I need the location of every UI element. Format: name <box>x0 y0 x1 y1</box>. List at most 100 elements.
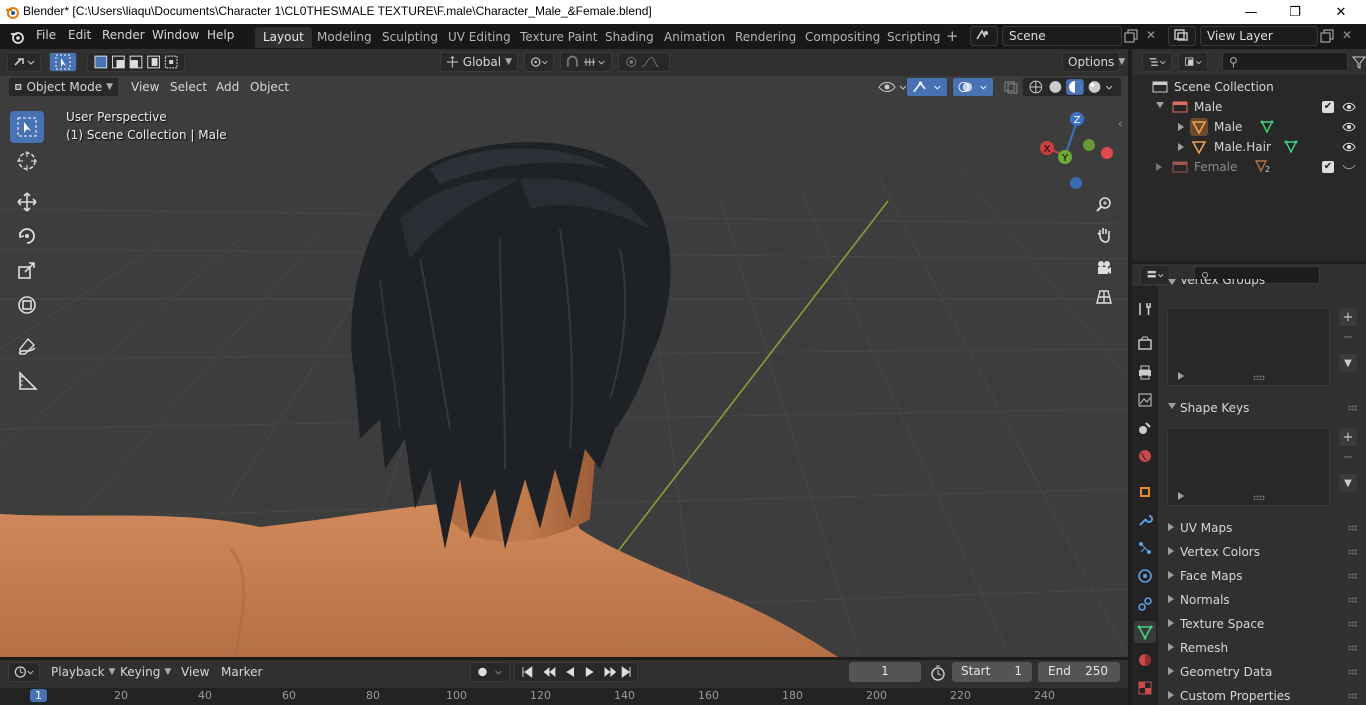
close-button[interactable]: ✕ <box>1318 0 1364 24</box>
toggle-perspective-button[interactable] <box>1091 284 1117 310</box>
panel-custom-properties[interactable]: Custom Properties <box>1162 685 1362 705</box>
add-shape-key-button[interactable]: + <box>1339 428 1357 446</box>
tab-modifiers[interactable] <box>1134 509 1156 531</box>
outliner-row-female-collection[interactable]: Female 2 ✔ <box>1132 157 1366 177</box>
list-resize-grip[interactable] <box>1253 495 1265 500</box>
tab-render[interactable] <box>1134 332 1156 354</box>
transform-orientation-dropdown[interactable]: Global ▼ <box>440 52 518 72</box>
pivot-point-dropdown[interactable] <box>524 52 554 72</box>
tab-particles[interactable] <box>1134 537 1156 559</box>
panel-vertex-groups[interactable]: Vertex Groups <box>1162 279 1362 293</box>
end-frame-field[interactable]: End 250 <box>1038 662 1120 682</box>
eye-icon[interactable] <box>1342 101 1356 113</box>
tab-sculpting[interactable]: Sculpting <box>374 27 446 48</box>
duplicate-view-layer-icon[interactable] <box>1320 29 1334 43</box>
navigation-gizmo[interactable]: Z X Y <box>1035 109 1115 189</box>
minimize-button[interactable]: — <box>1228 0 1274 24</box>
select-tool-mode-button[interactable] <box>49 52 77 72</box>
outliner-row-male-hair-object[interactable]: Male.Hair <box>1132 137 1366 157</box>
tab-material[interactable] <box>1134 649 1156 671</box>
tab-tool[interactable] <box>1134 298 1156 320</box>
panel-uv-maps[interactable]: UV Maps <box>1162 517 1362 539</box>
use-preview-range-icon[interactable] <box>930 665 946 681</box>
expand-arrow-icon[interactable] <box>1156 163 1162 171</box>
add-workspace-button[interactable]: + <box>938 27 967 48</box>
eye-closed-icon[interactable] <box>1342 161 1356 173</box>
display-mode-dropdown[interactable] <box>1178 52 1208 72</box>
tab-rendering[interactable]: Rendering <box>727 27 804 48</box>
outliner-search-input[interactable]: ⚲ <box>1222 52 1348 71</box>
drag-grip-icon[interactable] <box>1348 549 1358 555</box>
transform-tool[interactable] <box>10 289 44 321</box>
drag-grip-icon[interactable] <box>1348 573 1358 579</box>
playback-controls[interactable] <box>514 662 638 682</box>
viewport-menu-select[interactable]: Select <box>165 77 212 97</box>
zoom-view-button[interactable] <box>1091 192 1117 218</box>
tab-object[interactable] <box>1134 481 1156 503</box>
tab-scene[interactable] <box>1134 417 1156 439</box>
remove-vertex-group-button[interactable]: − <box>1339 328 1357 346</box>
tab-output[interactable] <box>1134 361 1156 383</box>
select-box-tool[interactable] <box>10 111 44 143</box>
proportional-editing-toggle[interactable] <box>618 52 670 72</box>
gizmo-toggle[interactable] <box>906 77 948 97</box>
exclude-checkbox[interactable]: ✔ <box>1322 161 1334 173</box>
drag-grip-icon[interactable] <box>1348 645 1358 651</box>
current-frame-field[interactable]: 1 <box>849 662 921 682</box>
3d-viewport[interactable]: Global ▼ Options ▼ Object Mode ▼ View Se… <box>0 49 1128 657</box>
shape-key-specials-button[interactable]: ▼ <box>1339 474 1357 492</box>
list-resize-grip[interactable] <box>1253 375 1265 380</box>
panel-vertex-colors[interactable]: Vertex Colors <box>1162 541 1362 563</box>
cursor-tool[interactable] <box>10 145 44 177</box>
drag-grip-icon[interactable] <box>1348 525 1358 531</box>
vertex-group-specials-button[interactable]: ▼ <box>1339 354 1357 372</box>
viewport-menu-object[interactable]: Object <box>245 77 294 97</box>
eye-icon[interactable] <box>1342 141 1356 153</box>
gizmo-y-negative[interactable] <box>1083 139 1095 151</box>
menu-edit[interactable]: Edit <box>68 28 91 42</box>
panel-shape-keys[interactable]: Shape Keys <box>1162 397 1362 419</box>
rotate-tool[interactable] <box>10 220 44 252</box>
exclude-checkbox[interactable]: ✔ <box>1322 101 1334 113</box>
scale-tool[interactable] <box>10 254 44 286</box>
sidebar-toggle-icon[interactable]: ‹ <box>1118 117 1122 130</box>
duplicate-scene-icon[interactable] <box>1124 29 1138 43</box>
panel-remesh[interactable]: Remesh <box>1162 637 1362 659</box>
outliner-row-male-collection[interactable]: Male ✔ <box>1132 97 1366 117</box>
measure-tool[interactable] <box>10 365 44 397</box>
timeline-menu-playback[interactable]: Playback ▼ <box>46 662 120 682</box>
camera-view-button[interactable] <box>1091 255 1117 281</box>
tab-modeling[interactable]: Modeling <box>309 27 380 48</box>
timeline-menu-view[interactable]: View <box>176 662 214 682</box>
menu-window[interactable]: Window <box>152 28 199 42</box>
outliner-row-scene-collection[interactable]: Scene Collection <box>1132 77 1366 97</box>
xray-toggle[interactable] <box>998 77 1024 97</box>
move-tool[interactable] <box>10 186 44 218</box>
vertex-groups-list[interactable] <box>1167 308 1330 386</box>
tab-layout[interactable]: Layout <box>255 27 312 48</box>
filter-icon[interactable] <box>1352 55 1366 69</box>
tab-object-data[interactable] <box>1134 621 1156 643</box>
panel-normals[interactable]: Normals <box>1162 589 1362 611</box>
timeline-editor-type-button[interactable] <box>8 662 40 682</box>
selection-mode-buttons[interactable] <box>87 52 185 72</box>
tab-compositing[interactable]: Compositing <box>797 27 888 48</box>
interaction-mode-dropdown[interactable]: Object Mode ▼ <box>8 77 119 97</box>
overlays-toggle[interactable] <box>952 77 994 97</box>
pan-view-button[interactable] <box>1091 222 1117 248</box>
drag-grip-icon[interactable] <box>1348 669 1358 675</box>
gizmo-z-negative[interactable] <box>1070 177 1082 189</box>
start-frame-field[interactable]: Start 1 <box>952 662 1032 682</box>
tab-texture[interactable] <box>1134 677 1156 699</box>
panel-geometry-data[interactable]: Geometry Data <box>1162 661 1362 683</box>
tab-shading[interactable]: Shading <box>597 27 662 48</box>
auto-keying-toggle[interactable] <box>470 662 510 682</box>
gizmo-x-positive[interactable] <box>1101 147 1113 159</box>
outliner-row-male-object[interactable]: Male <box>1132 117 1366 137</box>
expand-arrow-icon[interactable] <box>1178 143 1184 151</box>
expand-arrow-icon[interactable] <box>1156 102 1164 108</box>
snap-toggle[interactable] <box>560 52 612 72</box>
list-filter-arrow-icon[interactable] <box>1178 492 1184 500</box>
tab-view-layer[interactable] <box>1134 389 1156 411</box>
tab-texture-paint[interactable]: Texture Paint <box>512 27 605 48</box>
